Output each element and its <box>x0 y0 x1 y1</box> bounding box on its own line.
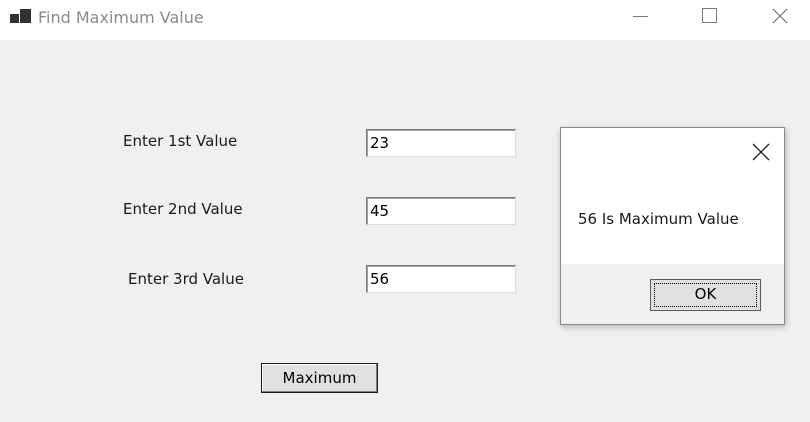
second-value-label: Enter 2nd Value <box>123 200 243 218</box>
close-icon <box>772 8 788 24</box>
third-value-label: Enter 3rd Value <box>128 270 244 288</box>
first-value-input[interactable] <box>366 129 516 157</box>
maximum-button[interactable]: Maximum <box>261 363 378 393</box>
app-icon <box>10 9 32 27</box>
ok-label: OK <box>694 285 717 303</box>
close-icon <box>752 143 770 161</box>
minimize-icon <box>633 16 648 17</box>
first-value-label: Enter 1st Value <box>123 132 238 150</box>
ok-button[interactable]: OK <box>650 279 761 311</box>
message-box: 56 Is Maximum Value OK <box>560 127 785 325</box>
window-title: Find Maximum Value <box>38 8 204 27</box>
minimize-button[interactable] <box>617 0 663 34</box>
message-close-button[interactable] <box>751 142 771 162</box>
title-bar: Find Maximum Value <box>0 0 810 40</box>
close-button[interactable] <box>756 0 802 34</box>
message-text: 56 Is Maximum Value <box>578 210 739 228</box>
message-footer: OK <box>561 264 784 324</box>
maximize-button[interactable] <box>686 0 732 34</box>
third-value-input[interactable] <box>366 265 516 293</box>
maximize-icon <box>702 8 717 23</box>
second-value-input[interactable] <box>366 197 516 225</box>
